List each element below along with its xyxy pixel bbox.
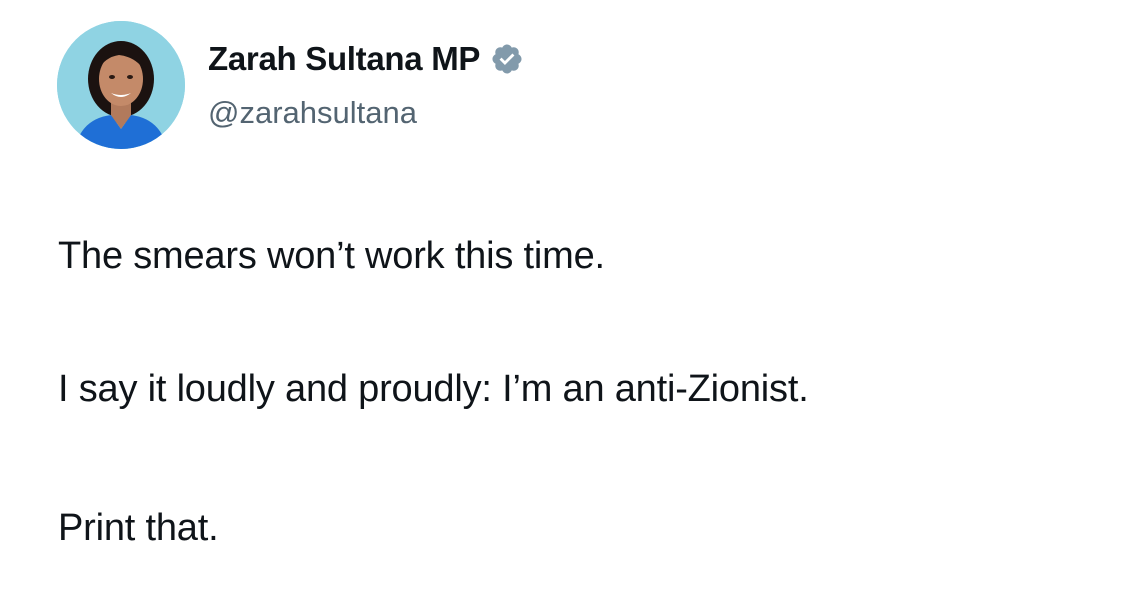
tweet-line: Print that. [58,507,219,549]
tweet-card: Zarah Sultana MP @zarahsultana The smear… [0,0,1139,593]
author-display-name[interactable]: Zarah Sultana MP [208,40,524,78]
avatar[interactable] [57,21,185,149]
tweet-line: The smears won’t work this time. [58,235,605,277]
tweet-line: I say it loudly and proudly: I’m an anti… [58,368,809,410]
verified-badge-icon[interactable] [490,42,524,76]
author-name-text: Zarah Sultana MP [208,40,481,77]
avatar-photo [57,21,185,149]
author-handle[interactable]: @zarahsultana [208,95,417,131]
